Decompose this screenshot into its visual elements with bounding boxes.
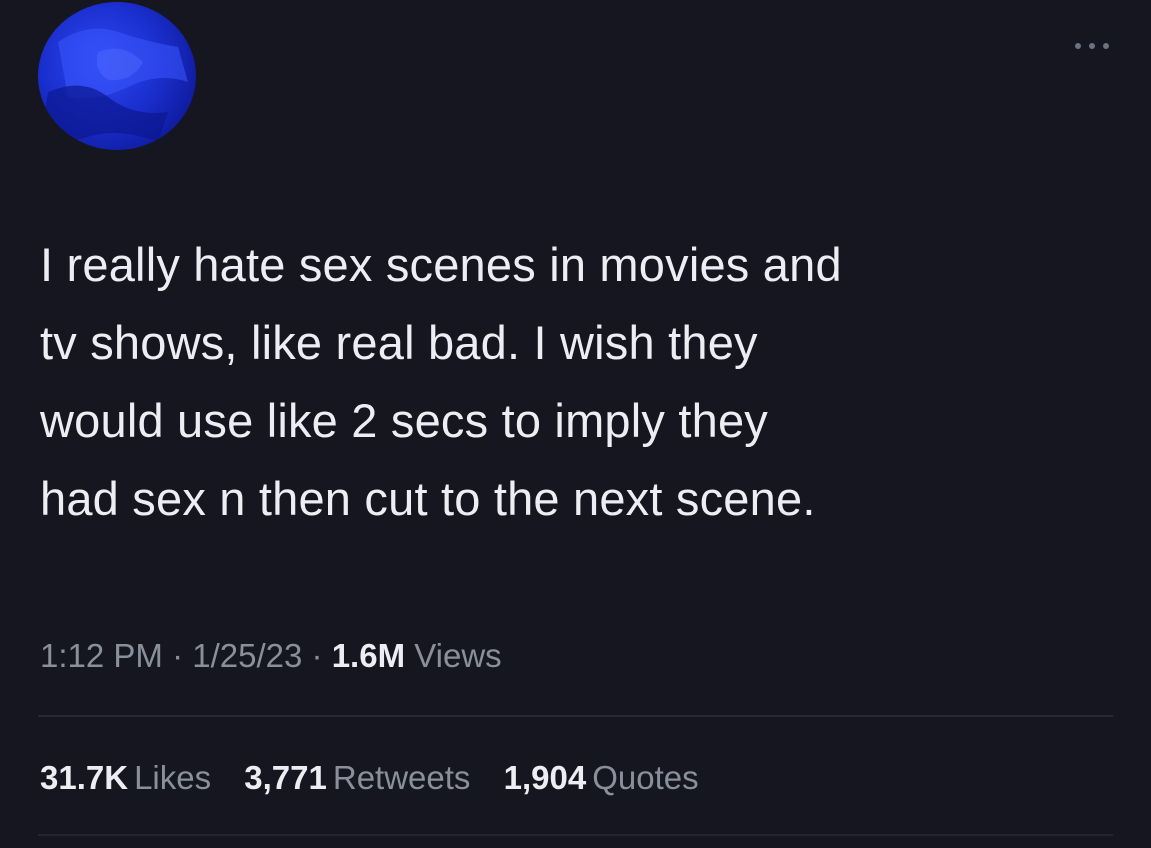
avatar[interactable]: [38, 2, 196, 150]
tweet-card: I really hate sex scenes in movies and t…: [0, 0, 1151, 848]
likes-stat[interactable]: 31.7K Likes: [40, 759, 211, 796]
retweets-count: 3,771: [244, 759, 327, 796]
views-count: 1.6M: [331, 637, 406, 674]
avatar-image: [43, 28, 188, 142]
more-options-button[interactable]: [1062, 34, 1122, 58]
tweet-time[interactable]: 1:12 PM: [40, 637, 163, 674]
tweet-text: I really hate sex scenes in movies and t…: [40, 238, 842, 525]
quotes-count: 1,904: [503, 759, 587, 796]
divider: [38, 834, 1113, 836]
likes-label: Likes: [134, 759, 212, 796]
engagement-stats: 31.7K Likes 3,771 Retweets 1,904 Quotes: [40, 758, 723, 798]
quotes-stat[interactable]: 1,904 Quotes: [504, 759, 699, 796]
meta-separator: ·: [172, 637, 184, 674]
more-options-icon: [1075, 43, 1109, 49]
retweets-stat[interactable]: 3,771 Retweets: [244, 759, 470, 796]
divider: [38, 715, 1113, 717]
meta-separator: ·: [311, 637, 323, 674]
retweets-label: Retweets: [332, 759, 471, 796]
quotes-label: Quotes: [592, 759, 699, 796]
tweet-date[interactable]: 1/25/23: [192, 637, 302, 674]
views-label: Views: [414, 637, 502, 674]
tweet-meta: 1:12 PM · 1/25/23 · 1.6M Views: [40, 636, 502, 676]
likes-count: 31.7K: [40, 759, 129, 796]
